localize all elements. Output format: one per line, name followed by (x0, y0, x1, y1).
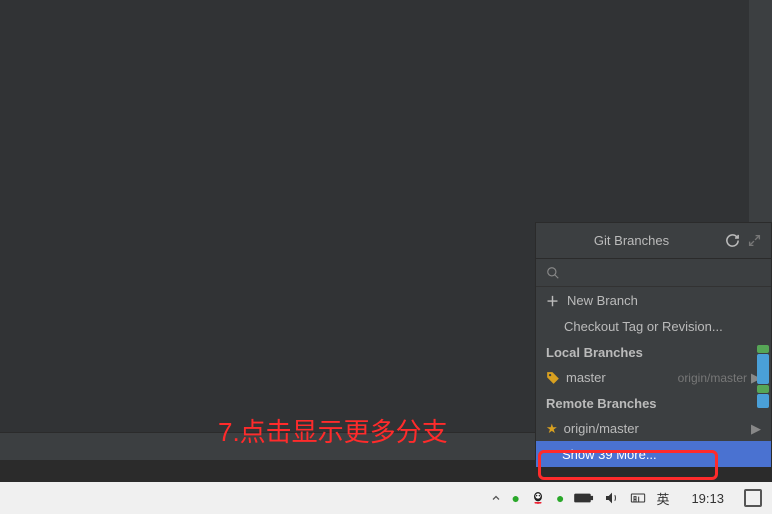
popup-title-text: Git Branches (546, 233, 717, 248)
maximize-icon[interactable] (748, 234, 761, 247)
local-branch-name: master (566, 370, 678, 385)
ime-label[interactable]: 英 (656, 489, 669, 508)
system-tray: ● ● 英 19:13 (490, 489, 763, 508)
memory-meter (757, 345, 769, 415)
refresh-icon[interactable] (725, 233, 740, 248)
checkout-tag-item[interactable]: Checkout Tag or Revision... (536, 313, 771, 339)
notification-center-icon[interactable] (744, 489, 762, 507)
remote-branch-name: origin/master (564, 421, 747, 436)
submenu-arrow-icon: ▶ (751, 421, 761, 437)
battery-tray-icon[interactable] (574, 491, 594, 505)
search-icon (546, 266, 560, 280)
local-branches-header: Local Branches (536, 339, 771, 365)
branch-search-input[interactable] (566, 265, 761, 280)
show-more-item[interactable]: Show 39 More... (536, 441, 771, 467)
show-more-label: Show 39 More... (562, 447, 657, 462)
windows-taskbar: ● ● 英 19:13 (0, 482, 772, 514)
branch-search-row[interactable] (536, 259, 771, 287)
volume-tray-icon[interactable] (604, 490, 620, 506)
remote-branch-row[interactable]: ★ origin/master ▶ (536, 416, 771, 441)
new-branch-label: New Branch (567, 293, 638, 308)
tag-icon (546, 371, 560, 385)
taskbar-clock[interactable]: 19:13 (691, 491, 724, 506)
git-branches-popup: Git Branches ＋ New Branch Checkout Tag o… (535, 222, 772, 468)
wechat-tray-icon[interactable]: ● (512, 490, 520, 506)
ime-tray-icon[interactable] (630, 490, 646, 506)
popup-header: Git Branches (536, 223, 771, 259)
checkout-tag-label: Checkout Tag or Revision... (564, 319, 723, 334)
annotation-text: 7.点击显示更多分支 (218, 412, 448, 449)
wechat2-tray-icon[interactable]: ● (556, 490, 564, 506)
star-icon: ★ (546, 421, 558, 437)
new-branch-item[interactable]: ＋ New Branch (536, 287, 771, 313)
tracking-label: origin/master (678, 371, 747, 385)
local-branch-row[interactable]: master origin/master ▶ (536, 365, 771, 390)
plus-icon: ＋ (546, 291, 559, 310)
tray-expand-icon[interactable] (490, 492, 502, 504)
qq-tray-icon[interactable] (530, 490, 546, 506)
remote-branches-header: Remote Branches (536, 390, 771, 416)
